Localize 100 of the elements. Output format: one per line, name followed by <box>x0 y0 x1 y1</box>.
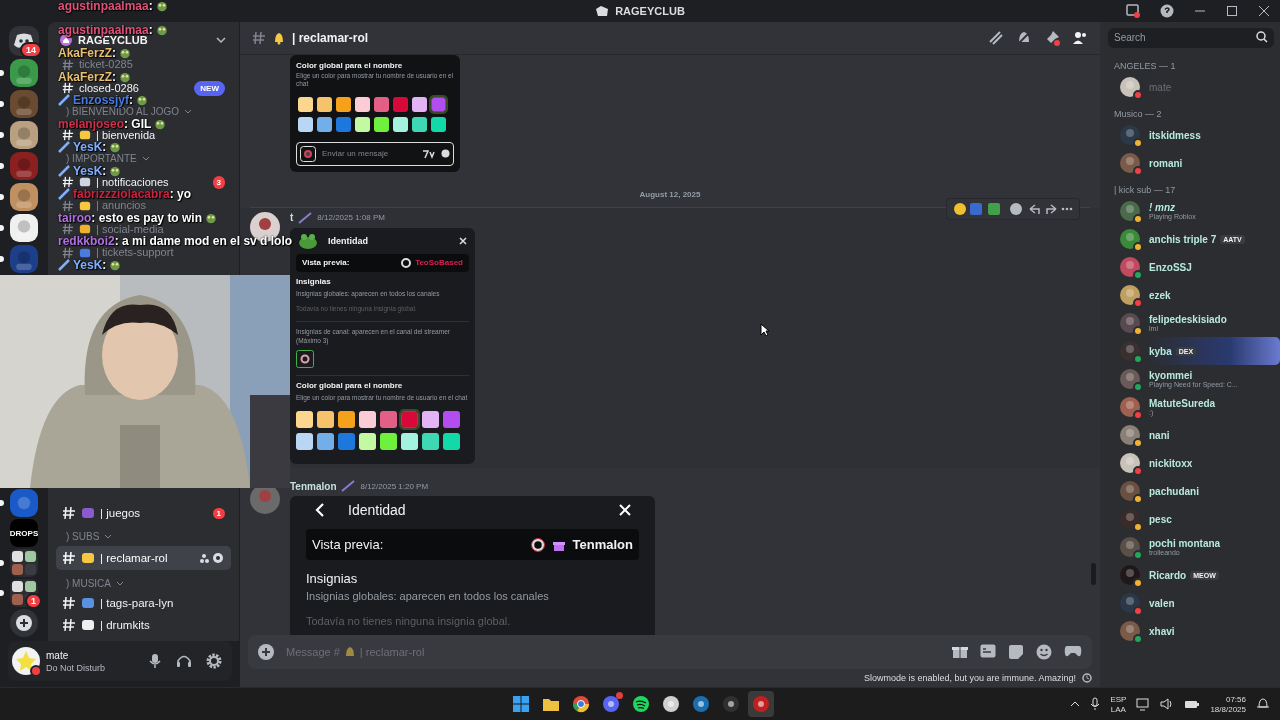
chevron-up-icon[interactable] <box>1070 700 1081 708</box>
color-swatch[interactable] <box>401 433 418 451</box>
avatar-icon[interactable] <box>1120 453 1140 473</box>
channel-item[interactable]: | juegos 1 <box>56 503 231 523</box>
member-name[interactable]: nani <box>1149 429 1170 441</box>
avatar-icon[interactable] <box>1120 509 1140 529</box>
color-swatch[interactable] <box>443 433 460 451</box>
channel-item[interactable]: ticket-0285 <box>56 59 231 70</box>
color-swatch[interactable] <box>393 116 408 132</box>
color-swatch[interactable] <box>298 116 313 132</box>
color-swatch[interactable] <box>359 411 376 429</box>
help-icon[interactable] <box>1160 4 1174 18</box>
gift-icon[interactable] <box>952 644 968 658</box>
gamepad-icon[interactable] <box>1064 644 1082 658</box>
avatar-icon[interactable] <box>1120 229 1140 249</box>
color-swatch[interactable] <box>422 433 439 451</box>
member-name[interactable]: EnzoSSJ <box>1149 261 1192 273</box>
color-swatch[interactable] <box>422 411 439 429</box>
avatar-icon[interactable] <box>1120 201 1140 221</box>
members-icon[interactable] <box>1072 30 1088 46</box>
scrollbar[interactable] <box>1091 563 1096 585</box>
badge-slot[interactable] <box>296 350 314 369</box>
channel-item[interactable]: | reclamar-rol <box>56 546 231 570</box>
color-swatch[interactable] <box>359 433 376 451</box>
member-name[interactable]: xhavi <box>1149 625 1175 637</box>
color-swatch[interactable] <box>338 411 355 429</box>
avatar-icon[interactable] <box>1120 313 1140 333</box>
channel-settings-icon[interactable] <box>199 552 225 564</box>
member-name[interactable]: kyommei <box>1149 370 1193 381</box>
avatar-icon[interactable] <box>1120 425 1140 445</box>
channel-item[interactable]: | anuncios <box>56 200 231 211</box>
channel-item[interactable]: | tickets-support <box>56 247 231 258</box>
server-icon[interactable] <box>10 214 38 242</box>
search-field[interactable]: Search <box>1108 27 1274 48</box>
color-swatch[interactable] <box>431 96 446 112</box>
color-swatch[interactable] <box>336 116 351 132</box>
server-folder[interactable] <box>10 549 38 577</box>
language-indicator[interactable]: ESP LAA <box>1110 694 1127 714</box>
channel-category[interactable]: ) BIENVENIDO AL JOGO <box>56 106 231 117</box>
close-icon[interactable] <box>459 236 467 245</box>
inbox-icon[interactable] <box>1126 4 1140 18</box>
author-name[interactable]: Tenmalon <box>290 480 337 492</box>
avatar-icon[interactable] <box>1120 481 1140 501</box>
color-swatch[interactable] <box>355 96 370 112</box>
channel-item[interactable]: | tags-para-lyn <box>56 593 231 613</box>
image-attachment[interactable] <box>290 227 475 465</box>
color-swatch[interactable] <box>380 411 397 429</box>
member-name[interactable]: itskidmess <box>1149 129 1201 141</box>
color-swatch[interactable] <box>296 411 313 429</box>
color-swatch[interactable] <box>338 433 355 451</box>
microphone-icon[interactable] <box>1090 697 1101 711</box>
color-swatch[interactable] <box>317 411 334 429</box>
emoji-icon[interactable] <box>1036 644 1052 660</box>
color-swatch[interactable] <box>401 411 418 429</box>
channel-category[interactable]: ) SUBS <box>56 525 231 544</box>
member-name[interactable]: MatuteSureda <box>1149 398 1216 409</box>
color-swatch[interactable] <box>296 433 313 451</box>
close-icon[interactable] <box>1258 5 1270 17</box>
member-name[interactable]: pachudani <box>1149 485 1199 497</box>
color-swatch[interactable] <box>412 116 427 132</box>
color-swatch[interactable] <box>380 433 397 451</box>
channel-item[interactable]: closed-0286 NEW <box>56 82 231 94</box>
battery-icon[interactable] <box>1184 698 1201 710</box>
avatar-icon[interactable] <box>1120 125 1140 145</box>
color-swatch[interactable] <box>431 116 446 132</box>
member-name[interactable]: ! mnz <box>1149 202 1176 213</box>
color-swatch[interactable] <box>317 433 334 451</box>
taskbar-app-icon[interactable] <box>748 691 774 717</box>
server-icon[interactable] <box>10 59 38 87</box>
channel-item[interactable]: | drumkits <box>56 615 231 635</box>
color-swatch[interactable] <box>443 411 460 429</box>
color-swatch[interactable] <box>298 96 313 112</box>
image-attachment[interactable]: Identidad Vista previa: Tenmalon Insignias Insignias globales: aparecen en todos los canales Todavía no tienes ninguna insignia global. <box>290 496 655 635</box>
member-name[interactable]: felipedeskisiado <box>1149 314 1227 325</box>
avatar-icon[interactable] <box>1120 77 1140 97</box>
translate-icon[interactable] <box>422 148 435 159</box>
member-name[interactable]: kyba <box>1149 345 1172 357</box>
member-name[interactable]: pochi montana <box>1149 538 1221 549</box>
emoji-icon[interactable] <box>441 149 450 159</box>
clock[interactable]: 07:56 18/8/2025 <box>1210 694 1246 714</box>
member-name[interactable]: pesc <box>1149 513 1172 525</box>
server-icon[interactable] <box>10 183 38 211</box>
chevron-down-icon[interactable] <box>215 34 227 46</box>
volume-icon[interactable] <box>1160 697 1175 711</box>
color-swatch[interactable] <box>412 96 427 112</box>
member-name[interactable]: nickitoxx <box>1149 457 1193 469</box>
server-icon[interactable] <box>10 121 38 149</box>
channel-item[interactable]: | social-media <box>56 223 231 235</box>
color-swatch[interactable] <box>374 96 389 112</box>
color-swatch[interactable] <box>336 96 351 112</box>
color-swatch[interactable] <box>317 116 332 132</box>
author-name[interactable]: t <box>290 212 294 224</box>
member-name[interactable]: ezek <box>1149 289 1171 301</box>
member-name[interactable]: anchis triple 7 <box>1149 233 1217 245</box>
network-icon[interactable] <box>1136 697 1151 711</box>
channel-category[interactable]: ) IMPORTANTE <box>56 153 231 164</box>
add-server-button[interactable] <box>10 609 38 637</box>
back-icon[interactable] <box>314 502 326 519</box>
settings-icon[interactable] <box>206 653 222 669</box>
message-input[interactable]: Enviar un mensaje <box>296 141 454 166</box>
